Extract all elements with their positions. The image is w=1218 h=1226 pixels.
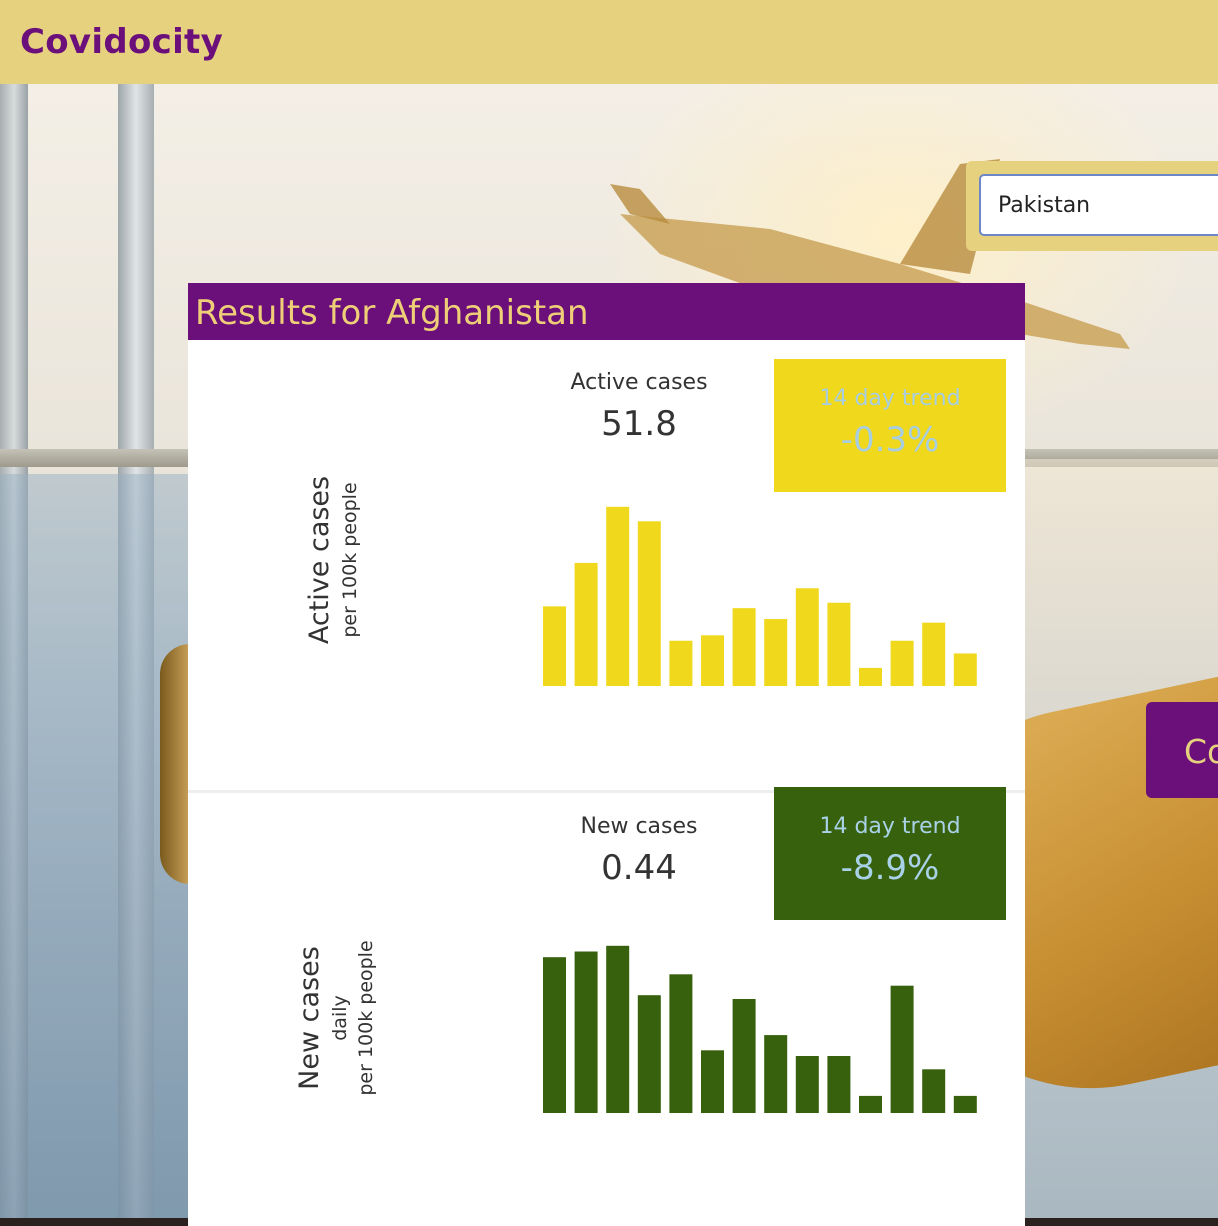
results-title: Results for Afghanistan — [195, 293, 589, 333]
active-cases-bar — [795, 588, 819, 686]
active-cases-bar-chart — [543, 506, 977, 686]
active-cases-bar — [827, 602, 851, 686]
results-card: Results for Afghanistan Active cases per… — [188, 283, 1025, 1226]
new-cases-bar-chart — [543, 945, 977, 1113]
new-cases-bar — [890, 985, 914, 1113]
new-trend-label: 14 day trend — [819, 814, 961, 839]
active-trend-label: 14 day trend — [819, 386, 961, 411]
active-trend-box: 14 day trend -0.3% — [774, 359, 1006, 492]
active-cases-bar — [890, 640, 914, 686]
new-cases-bar — [764, 1035, 788, 1113]
new-cases-bar — [701, 1050, 724, 1113]
new-cases-bar — [859, 1095, 882, 1113]
new-cases-bar — [637, 995, 661, 1113]
active-cases-bar — [732, 608, 756, 686]
new-cases-bar — [795, 1056, 819, 1113]
active-cases-bar — [922, 622, 946, 686]
brand-logo[interactable]: Covidocity — [20, 22, 223, 62]
new-cases-bar — [732, 999, 756, 1113]
active-cases-section: Active cases per 100k people Active case… — [188, 340, 1025, 793]
new-stat-value: 0.44 — [601, 848, 677, 888]
country-search-input[interactable] — [979, 174, 1218, 236]
new-axis-subtitle-daily: daily — [329, 995, 351, 1041]
active-cases-bar — [669, 640, 693, 686]
top-navbar: Covidocity — [0, 0, 1218, 84]
new-cases-section: New cases daily per 100k people New case… — [188, 787, 1025, 1226]
active-cases-bar — [953, 653, 977, 686]
active-cases-bar — [764, 619, 788, 686]
new-trend-value: -8.9% — [840, 848, 940, 888]
active-cases-bar — [637, 521, 661, 686]
new-cases-bar — [606, 945, 630, 1113]
active-cases-axis-label: Active cases per 100k people — [303, 440, 373, 680]
active-axis-title: Active cases — [304, 475, 335, 645]
new-axis-subtitle-per100k: per 100k people — [355, 940, 377, 1096]
new-cases-bar — [922, 1069, 946, 1113]
new-cases-stat: New cases 0.44 — [528, 813, 750, 891]
new-cases-bar — [543, 957, 566, 1113]
active-cases-bar — [701, 635, 724, 686]
new-cases-bar — [669, 974, 693, 1113]
compare-button-label: Co — [1184, 732, 1218, 771]
new-cases-bar — [827, 1056, 851, 1113]
active-stat-value: 51.8 — [601, 404, 677, 444]
active-cases-bar — [574, 562, 598, 686]
new-cases-bar — [574, 951, 598, 1113]
new-stat-label: New cases — [580, 814, 698, 839]
compare-button[interactable]: Co — [1146, 702, 1218, 798]
new-axis-title: New cases — [294, 946, 325, 1090]
active-trend-value: -0.3% — [840, 420, 940, 460]
new-cases-bar — [953, 1095, 977, 1113]
active-stat-label: Active cases — [570, 370, 708, 395]
active-cases-bar — [543, 606, 566, 686]
active-cases-bar — [859, 667, 882, 686]
active-cases-stat: Active cases 51.8 — [528, 369, 750, 447]
new-cases-axis-label: New cases daily per 100k people — [293, 883, 393, 1153]
new-trend-box: 14 day trend -8.9% — [774, 787, 1006, 920]
results-header: Results for Afghanistan — [188, 283, 1025, 340]
active-axis-subtitle: per 100k people — [339, 482, 361, 638]
active-cases-bar — [606, 506, 630, 686]
